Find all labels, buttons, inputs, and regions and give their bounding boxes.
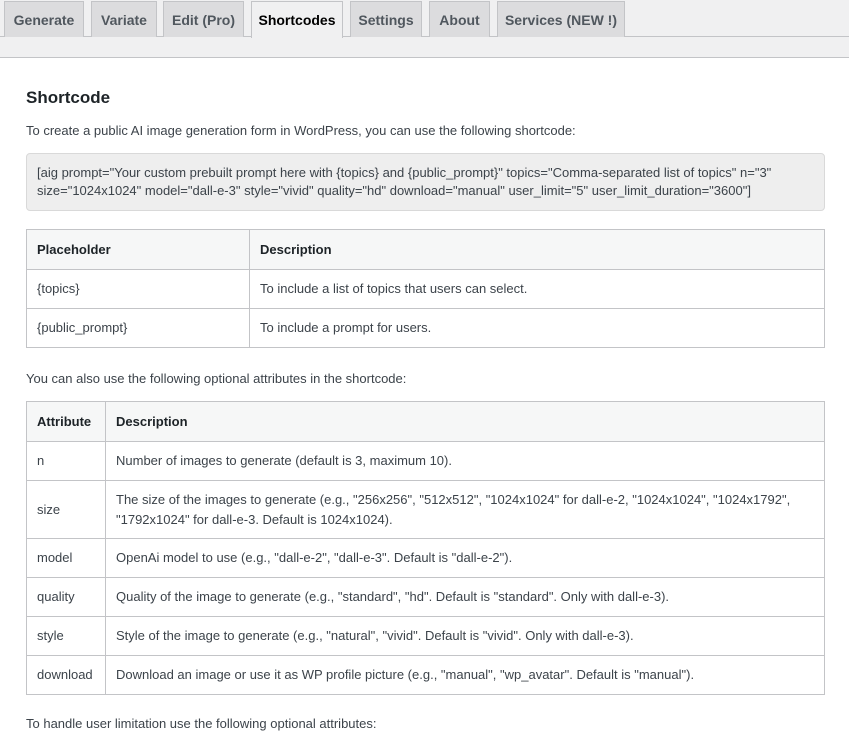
shortcode-intro: To create a public AI image generation f…: [26, 123, 576, 138]
attribute-table: Attribute Description n Number of images…: [26, 401, 825, 695]
attribute-cell: model: [26, 538, 106, 578]
table-header-row: Placeholder Description: [26, 229, 825, 270]
tab-variate[interactable]: Variate: [91, 1, 157, 37]
description-cell: Download an image or use it as WP profil…: [105, 655, 825, 695]
table-row: style Style of the image to generate (e.…: [26, 616, 825, 656]
section-title: Shortcode: [26, 88, 111, 107]
tab-about[interactable]: About: [429, 1, 490, 37]
placeholder-cell: {public_prompt}: [26, 308, 250, 348]
header-description: Description: [249, 229, 825, 270]
header-description: Description: [105, 401, 825, 442]
attribute-cell: quality: [26, 577, 106, 617]
tab-shortcodes[interactable]: Shortcodes: [251, 1, 343, 38]
description-cell: Style of the image to generate (e.g., "n…: [105, 616, 825, 656]
header-attribute: Attribute: [26, 401, 106, 442]
description-cell: To include a list of topics that users c…: [249, 269, 825, 309]
table-row: size The size of the images to generate …: [26, 480, 825, 539]
table-row: {topics} To include a list of topics tha…: [26, 269, 825, 309]
description-cell: OpenAi model to use (e.g., "dall-e-2", "…: [105, 538, 825, 578]
description-cell: To include a prompt for users.: [249, 308, 825, 348]
placeholder-cell: {topics}: [26, 269, 250, 309]
attribute-cell: style: [26, 616, 106, 656]
tab-services[interactable]: Services (NEW !): [497, 1, 625, 37]
tab-edit-pro[interactable]: Edit (Pro): [163, 1, 244, 37]
table-row: model OpenAi model to use (e.g., "dall-e…: [26, 538, 825, 578]
description-cell: Quality of the image to generate (e.g., …: [105, 577, 825, 617]
table-row: {public_prompt} To include a prompt for …: [26, 308, 825, 348]
shortcode-example[interactable]: [aig prompt="Your custom prebuilt prompt…: [26, 153, 825, 211]
description-cell: Number of images to generate (default is…: [105, 441, 825, 481]
table-row: n Number of images to generate (default …: [26, 441, 825, 481]
attribute-cell: download: [26, 655, 106, 695]
shortcode-line-1: [aig prompt="Your custom prebuilt prompt…: [37, 165, 772, 180]
user-limit-intro: To handle user limitation use the follow…: [26, 716, 377, 731]
tab-generate[interactable]: Generate: [4, 1, 84, 37]
optional-attributes-intro: You can also use the following optional …: [26, 371, 407, 386]
placeholder-table: Placeholder Description {topics} To incl…: [26, 229, 825, 348]
shortcode-line-2: size="1024x1024" model="dall-e-3" style=…: [37, 183, 751, 198]
description-cell: The size of the images to generate (e.g.…: [105, 480, 825, 539]
table-row: quality Quality of the image to generate…: [26, 577, 825, 617]
nav-tab-bar: Generate Variate Edit (Pro) Shortcodes S…: [0, 0, 849, 38]
tab-settings[interactable]: Settings: [350, 1, 422, 37]
attribute-cell: size: [26, 480, 106, 539]
shortcodes-panel: Shortcode To create a public AI image ge…: [0, 57, 849, 741]
table-header-row: Attribute Description: [26, 401, 825, 442]
attribute-cell: n: [26, 441, 106, 481]
table-row: download Download an image or use it as …: [26, 655, 825, 695]
header-placeholder: Placeholder: [26, 229, 250, 270]
